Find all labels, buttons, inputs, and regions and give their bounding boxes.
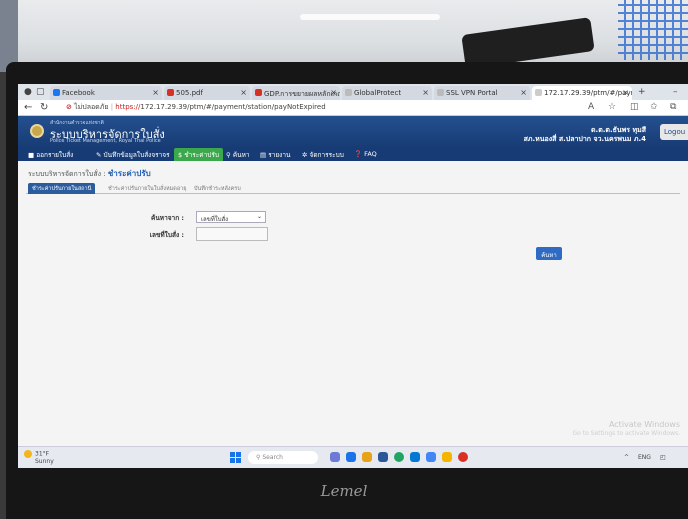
menu-report[interactable]: ▤ รายงาน	[260, 150, 290, 160]
page-icon	[345, 89, 352, 96]
favorite-star-icon[interactable]: ☆	[608, 102, 616, 112]
search-by-select[interactable]: เลขที่ใบสั่ง ⌄	[196, 211, 266, 223]
app-icon-9[interactable]	[458, 452, 468, 462]
close-icon[interactable]: ×	[240, 88, 247, 97]
search-by-label: ค้นหาจาก :	[151, 214, 184, 222]
reload-icon[interactable]: ↻	[40, 102, 48, 113]
app-icon-1[interactable]	[330, 452, 340, 462]
tab-actions-icon[interactable]: ▢	[36, 87, 45, 97]
page-icon	[535, 89, 542, 96]
chrome-icon[interactable]	[394, 452, 404, 462]
search-button[interactable]: ค้นหา	[536, 247, 562, 260]
tab-label: SSL VPN Portal	[446, 89, 498, 97]
tab-label: Facebook	[62, 89, 95, 97]
close-icon[interactable]: ×	[152, 88, 159, 97]
chevron-down-icon: ⌄	[256, 213, 262, 220]
edge-icon[interactable]	[410, 452, 420, 462]
report-icon: ▤	[260, 151, 269, 159]
pdf-icon	[255, 89, 262, 96]
menu-issue-ticket[interactable]: ■ ออกรายใบสั่ง	[28, 150, 73, 160]
menu-faq[interactable]: ❓ FAQ	[354, 150, 377, 158]
wire-rack	[618, 0, 688, 60]
app-header: สำนักงานตำรวจแห่งชาติ ระบบบริหารจัดการใบ…	[18, 116, 688, 148]
collections-icon[interactable]: ⧉	[670, 102, 676, 112]
close-icon[interactable]: ×	[422, 88, 429, 97]
security-label: ไม่ปลอดภัย	[74, 103, 109, 111]
menu-system-admin[interactable]: ✲ จัดการระบบ	[302, 150, 344, 160]
monitor-brand: Lemel	[320, 482, 368, 500]
car-icon: ■	[28, 151, 37, 159]
tab-label: 505.pdf	[176, 89, 203, 97]
breadcrumb-parent[interactable]: ระบบบริหารจัดการใบสั่ง :	[28, 170, 106, 178]
app-icon-2[interactable]	[346, 452, 356, 462]
facebook-icon	[53, 89, 60, 96]
app-icon-8[interactable]	[442, 452, 452, 462]
globe-icon	[437, 89, 444, 96]
subtab-expired-payment[interactable]: ชำระค่าปรับภายในใบสั่งหมดอายุ	[104, 183, 190, 194]
url-path: 172.17.29.39/ptm/#/payment/station/payNo…	[140, 103, 326, 111]
menu-search[interactable]: ⚲ ค้นหา	[226, 150, 250, 160]
tab-gdp[interactable]: GDP.การขยายผลหลักเกณฑ์ ×	[252, 86, 340, 100]
ceiling-light	[300, 14, 440, 20]
close-icon[interactable]: ×	[520, 88, 527, 97]
not-secure-icon: ⊘	[66, 103, 72, 111]
ticket-no-label: เลขที่ใบสั่ง :	[149, 231, 184, 239]
taskbar-search[interactable]: ⚲ Search	[248, 451, 318, 464]
tray-chevron-icon[interactable]: ^	[624, 454, 629, 461]
address-bar: ← ↻ ⊘ ไม่ปลอดภัย | https://172.17.29.39/…	[18, 100, 688, 116]
sun-icon	[24, 450, 32, 458]
activation-watermark-title: Activate Windows	[608, 420, 680, 429]
browser-tab-bar: ● ▢ Facebook × 505.pdf × GDP.การขยายผลหล…	[18, 84, 688, 100]
back-icon[interactable]: ←	[24, 102, 32, 113]
word-icon[interactable]	[378, 452, 388, 462]
close-icon[interactable]: ×	[330, 88, 337, 97]
tray-language[interactable]: ENG	[638, 454, 651, 461]
main-menu: ■ ออกรายใบสั่ง ✎ บันทึกข้อมูลใบสั่งจราจร…	[18, 148, 688, 161]
favorites-icon[interactable]: ✩	[650, 102, 658, 112]
tab-facebook[interactable]: Facebook ×	[50, 86, 162, 100]
screen: ● ▢ Facebook × 505.pdf × GDP.การขยายผลหล…	[18, 84, 688, 468]
tab-ssl-vpn[interactable]: SSL VPN Portal ×	[434, 86, 530, 100]
ticket-no-input[interactable]	[196, 227, 268, 241]
tab-label: GlobalProtect	[354, 89, 402, 97]
pdf-icon	[167, 89, 174, 96]
tab-globalprotect[interactable]: GlobalProtect ×	[342, 86, 432, 100]
system-subtitle: Police Ticket Management, Royal Thai Pol…	[50, 138, 161, 144]
read-aloud-icon[interactable]: A	[588, 102, 594, 112]
menu-record-ticket[interactable]: ✎ บันทึกข้อมูลใบสั่งจราจร	[96, 150, 170, 160]
help-icon: ❓	[354, 150, 365, 158]
activation-watermark-text: Go to Settings to activate Windows.	[572, 430, 680, 437]
tab-label: GDP.การขยายผลหลักเกณฑ์	[264, 90, 340, 98]
tab-pdf[interactable]: 505.pdf ×	[164, 86, 250, 100]
user-station: สภ.หนองสี่ ส.ปลาปาก จว.นครพนม ภ.4	[523, 135, 646, 143]
tab-active-payment[interactable]: 172.17.29.39/ptm/#/payme ×	[532, 86, 632, 100]
close-icon[interactable]: ×	[622, 88, 629, 97]
payment-subtabs: ชำระค่าปรับภายในสถานี ชำระค่าปรับภายในใบ…	[26, 183, 680, 194]
weather-widget[interactable]: 31°F Sunny	[24, 450, 54, 465]
breadcrumb-current: ชำระค่าปรับ	[107, 169, 151, 178]
subtab-station-payment[interactable]: ชำระค่าปรับภายในสถานี	[28, 183, 96, 194]
new-tab-icon[interactable]: +	[638, 87, 646, 97]
tab-label: 172.17.29.39/ptm/#/payme	[544, 89, 632, 97]
breadcrumb: ระบบบริหารจัดการใบสั่ง : ชำระค่าปรับ	[28, 167, 151, 180]
search-icon: ⚲	[226, 151, 233, 159]
minimize-icon[interactable]: –	[673, 87, 678, 97]
app-icon-7[interactable]	[426, 452, 436, 462]
network-icon[interactable]: ◰	[660, 454, 666, 461]
menu-pay-fine[interactable]: $ ชำระค่าปรับ	[174, 148, 223, 161]
split-screen-icon[interactable]: ◫	[630, 102, 639, 112]
windows-start-icon[interactable]	[230, 452, 241, 463]
police-seal-icon	[30, 124, 44, 138]
windows-taskbar: 31°F Sunny ⚲ Search ^ ENG ◰	[18, 446, 688, 468]
url-field[interactable]: ⊘ ไม่ปลอดภัย | https://172.17.29.39/ptm/…	[66, 102, 326, 114]
url-scheme: https://	[115, 103, 141, 111]
edit-icon: ✎	[96, 151, 104, 159]
logout-button[interactable]: Logou	[660, 124, 688, 140]
subtab-post-payment[interactable]: บันทึกชำระหลังครบ	[190, 183, 245, 194]
profile-icon[interactable]: ●	[24, 87, 32, 97]
file-explorer-icon[interactable]	[362, 452, 372, 462]
gear-icon: ✲	[302, 151, 310, 159]
search-by-value: เลขที่ใบสั่ง	[201, 216, 229, 223]
